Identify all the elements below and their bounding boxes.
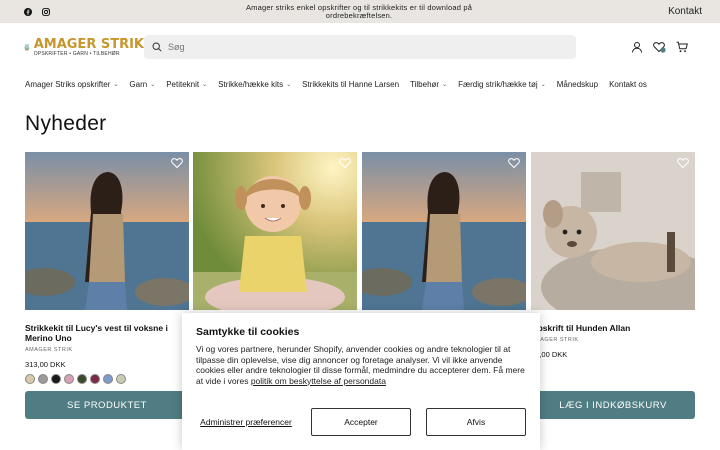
nav-item-faerdig[interactable]: Færdig strik/hække tøj ⌄ xyxy=(458,80,546,89)
product-image[interactable] xyxy=(531,152,695,310)
chevron-down-icon: ⌄ xyxy=(202,81,208,88)
product-card[interactable]: Strikkekit til Lucy's vest til voksne i … xyxy=(25,152,189,419)
product-price: 313,00 DKK xyxy=(25,360,66,369)
cookie-actions: Administrer præferencer Accepter Afvis xyxy=(196,407,526,436)
product-card[interactable]: Opskrift til Hunden Allan AMAGER STRIK 4… xyxy=(531,152,695,419)
nav-item-petiteknit[interactable]: Petiteknit ⌄ xyxy=(166,80,207,89)
nav-item-kontakt[interactable]: Kontakt os xyxy=(609,80,647,89)
cart-icon[interactable] xyxy=(676,41,688,53)
chevron-down-icon: ⌄ xyxy=(150,81,156,88)
product-title[interactable]: Opskrift til Hunden Allan xyxy=(531,323,695,333)
chevron-down-icon: ⌄ xyxy=(540,81,546,88)
color-swatch[interactable] xyxy=(116,374,126,384)
color-swatch[interactable] xyxy=(103,374,113,384)
product-price: 40,00 DKK xyxy=(531,350,568,359)
color-swatch[interactable] xyxy=(25,374,35,384)
nav-item-kits[interactable]: Strikke/hække kits ⌄ xyxy=(218,80,291,89)
main-navigation: Amager Striks opskrifter ⌄ Garn ⌄ Petitekn… xyxy=(0,71,720,97)
manage-preferences-link[interactable]: Administrer præferencer xyxy=(196,417,296,427)
search-bar[interactable] xyxy=(144,35,576,59)
wishlist-heart-icon[interactable] xyxy=(339,157,351,169)
color-swatches xyxy=(25,374,189,384)
nav-item-opskrifter[interactable]: Amager Striks opskrifter ⌄ xyxy=(25,80,118,89)
chevron-down-icon: ⌄ xyxy=(113,81,119,88)
announcement-text: Amager striks enkel opskrifter og til st… xyxy=(245,2,473,20)
wishlist-icon[interactable] xyxy=(653,41,666,53)
product-title[interactable]: Strikkekit til Lucy's vest til voksne i … xyxy=(25,323,189,343)
product-card[interactable] xyxy=(362,152,526,310)
owl-logo-icon xyxy=(24,43,30,51)
instagram-icon[interactable] xyxy=(42,7,50,16)
site-header: AMAGER STRIK OPSKRIFTER • GARN • TILBEHØ… xyxy=(0,23,720,71)
site-logo[interactable]: AMAGER STRIK OPSKRIFTER • GARN • TILBEHØ… xyxy=(24,29,144,65)
chevron-down-icon: ⌄ xyxy=(442,81,448,88)
view-product-button[interactable]: SE PRODUKTET xyxy=(25,391,189,419)
decline-button[interactable]: Afvis xyxy=(426,407,526,436)
color-swatch[interactable] xyxy=(77,374,87,384)
wishlist-heart-icon[interactable] xyxy=(677,157,689,169)
product-brand: AMAGER STRIK xyxy=(531,337,579,343)
header-actions xyxy=(631,41,688,53)
add-to-cart-button[interactable]: LÆG I INDKØBSKURV xyxy=(531,391,695,419)
product-image[interactable] xyxy=(362,152,526,310)
nav-item-garn[interactable]: Garn ⌄ xyxy=(129,80,155,89)
nav-item-maanedskup[interactable]: Månedskup xyxy=(557,80,598,89)
chevron-down-icon: ⌄ xyxy=(286,81,292,88)
wishlist-heart-icon[interactable] xyxy=(171,157,183,169)
logo-wordmark: AMAGER STRIK xyxy=(33,36,144,52)
product-image[interactable] xyxy=(193,152,357,310)
nav-item-tilbehor[interactable]: Tilbehør ⌄ xyxy=(410,80,447,89)
color-swatch[interactable] xyxy=(38,374,48,384)
privacy-policy-link[interactable]: politik om beskyttelse af persondata xyxy=(251,376,386,386)
cookie-consent-dialog: Samtykke til cookies Vi og vores partner… xyxy=(182,313,540,450)
product-brand: AMAGER STRIK xyxy=(25,347,73,353)
announcement-bar: Amager striks enkel opskrifter og til st… xyxy=(0,0,720,23)
accept-button[interactable]: Accepter xyxy=(311,407,411,436)
facebook-icon[interactable] xyxy=(24,7,32,16)
search-icon xyxy=(152,42,162,52)
nav-item-hanne-larsen[interactable]: Strikkekits til Hanne Larsen xyxy=(302,80,399,89)
social-links xyxy=(24,7,50,16)
wishlist-heart-icon[interactable] xyxy=(508,157,520,169)
cookie-body: Vi og vores partnere, herunder Shopify, … xyxy=(196,344,525,386)
product-image[interactable] xyxy=(25,152,189,310)
contact-link[interactable]: Kontakt xyxy=(668,6,702,17)
color-swatch[interactable] xyxy=(51,374,61,384)
page-title: Nyheder xyxy=(25,112,107,135)
color-swatch[interactable] xyxy=(90,374,100,384)
search-input[interactable] xyxy=(168,42,548,52)
cookie-title: Samtykke til cookies xyxy=(196,326,300,338)
color-swatch[interactable] xyxy=(64,374,74,384)
account-icon[interactable] xyxy=(631,41,643,53)
product-card[interactable] xyxy=(193,152,357,310)
